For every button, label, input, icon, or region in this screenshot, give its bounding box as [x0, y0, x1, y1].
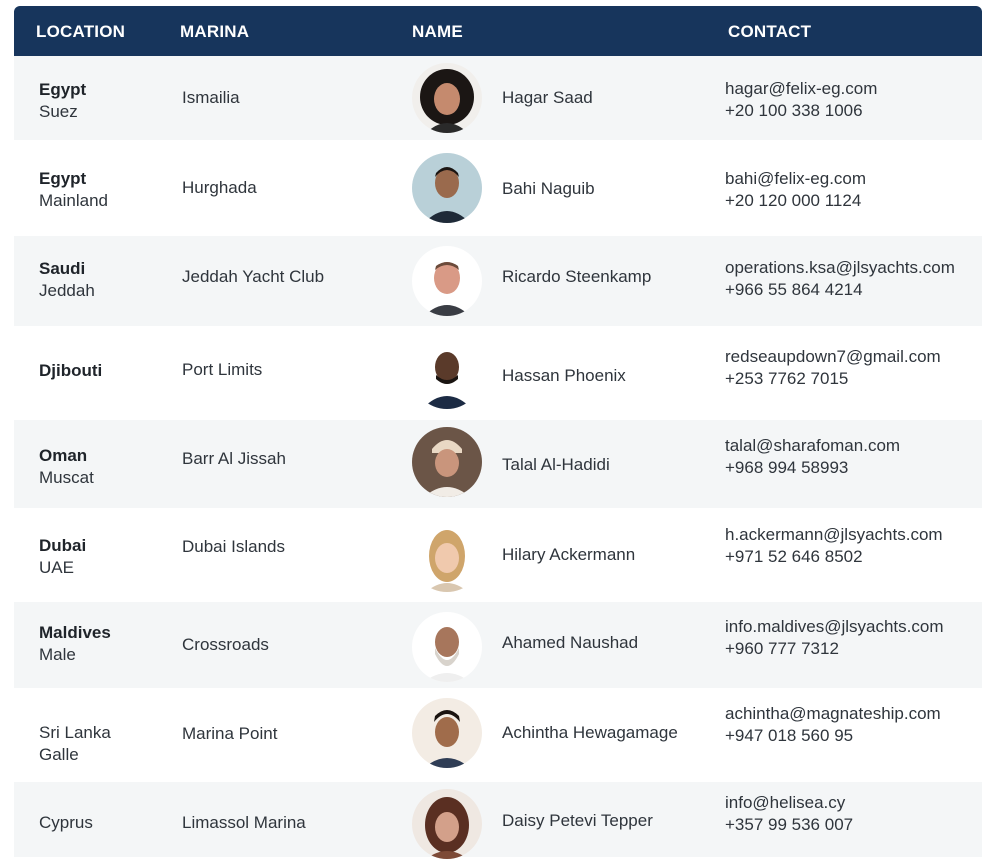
location-cell: Egypt Suez [39, 79, 86, 123]
email-link[interactable]: operations.ksa@jlsyachts.com [725, 257, 955, 279]
phone-number[interactable]: +947 018 560 95 [725, 725, 941, 747]
person-name: Ricardo Steenkamp [502, 267, 652, 286]
person-name: Hagar Saad [502, 88, 593, 107]
contact-cell: bahi@felix-eg.com +20 120 000 1124 [725, 168, 866, 212]
marina-cell: Ismailia [182, 88, 240, 107]
table-row: Saudi Jeddah Jeddah Yacht Club Ricardo S… [14, 236, 982, 326]
table-header: LOCATION MARINA NAME CONTACT [14, 6, 982, 56]
person-name: Ahamed Naushad [502, 633, 639, 652]
marina-cell: Marina Point [182, 724, 278, 743]
avatar [412, 246, 482, 316]
table-row: Djibouti Port Limits Hassan Phoenix reds… [14, 326, 982, 420]
avatar [412, 789, 482, 859]
person-name: Achintha Hewagamage [502, 723, 678, 742]
city: Mainland [39, 191, 108, 210]
city: Galle [39, 745, 79, 764]
phone-number[interactable]: +966 55 864 4214 [725, 279, 955, 301]
avatar [412, 522, 482, 592]
location-cell: Saudi Jeddah [39, 258, 95, 302]
location-cell: Cyprus [39, 812, 93, 834]
city: Suez [39, 102, 78, 121]
location-cell: Egypt Mainland [39, 168, 108, 212]
avatar [412, 153, 482, 223]
avatar [412, 612, 482, 682]
country: Djibouti [39, 361, 103, 380]
email-link[interactable]: talal@sharafoman.com [725, 435, 900, 457]
contact-cell: operations.ksa@jlsyachts.com +966 55 864… [725, 257, 955, 301]
country: Oman [39, 446, 88, 465]
contact-cell: achintha@magnateship.com +947 018 560 95 [725, 703, 941, 747]
table-row: Maldives Male Crossroads Ahamed Naushad … [14, 602, 982, 688]
table-row: Oman Muscat Barr Al Jissah Talal Al-Hadi… [14, 420, 982, 508]
email-link[interactable]: bahi@felix-eg.com [725, 168, 866, 190]
city: Jeddah [39, 281, 95, 300]
table-row: Cyprus Limassol Marina Daisy Petevi Tepp… [14, 782, 982, 859]
email-link[interactable]: info@helisea.cy [725, 792, 853, 814]
avatar [412, 427, 482, 497]
city: Male [39, 645, 76, 664]
phone-number[interactable]: +971 52 646 8502 [725, 546, 943, 568]
country: Saudi [39, 259, 86, 278]
country: Sri Lanka [39, 723, 111, 742]
marina-cell: Port Limits [182, 360, 263, 379]
country: Egypt [39, 80, 87, 99]
person-name: Bahi Naguib [502, 179, 595, 198]
city: Muscat [39, 468, 94, 487]
table-row: Egypt Suez Ismailia Hagar Saad hagar@fel… [14, 56, 982, 140]
location-cell: Djibouti [39, 360, 102, 382]
person-name: Daisy Petevi Tepper [502, 811, 653, 830]
phone-number[interactable]: +357 99 536 007 [725, 814, 853, 836]
country: Egypt [39, 169, 87, 188]
contact-cell: hagar@felix-eg.com +20 100 338 1006 [725, 78, 877, 122]
marina-cell: Jeddah Yacht Club [182, 267, 325, 286]
email-link[interactable]: info.maldives@jlsyachts.com [725, 616, 944, 638]
email-link[interactable]: hagar@felix-eg.com [725, 78, 877, 100]
city: UAE [39, 558, 74, 577]
email-link[interactable]: achintha@magnateship.com [725, 703, 941, 725]
email-link[interactable]: redseaupdown7@gmail.com [725, 346, 941, 368]
header-marina: MARINA [180, 22, 250, 41]
table-row: Egypt Mainland Hurghada Bahi Naguib bahi… [14, 140, 982, 236]
table-row: Sri Lanka Galle Marina Point Achintha He… [14, 688, 982, 782]
header-contact: CONTACT [728, 22, 812, 41]
phone-number[interactable]: +20 120 000 1124 [725, 190, 866, 212]
contact-cell: redseaupdown7@gmail.com +253 7762 7015 [725, 346, 941, 390]
person-name: Talal Al-Hadidi [502, 455, 610, 474]
marina-cell: Barr Al Jissah [182, 449, 286, 468]
phone-number[interactable]: +20 100 338 1006 [725, 100, 877, 122]
location-cell: Oman Muscat [39, 445, 94, 489]
contact-cell: h.ackermann@jlsyachts.com +971 52 646 85… [725, 524, 943, 568]
phone-number[interactable]: +968 994 58993 [725, 457, 900, 479]
person-name: Hassan Phoenix [502, 366, 626, 385]
person-name: Hilary Ackermann [502, 545, 636, 564]
marina-cell: Dubai Islands [182, 537, 286, 556]
marina-cell: Limassol Marina [182, 813, 306, 832]
phone-number[interactable]: +253 7762 7015 [725, 368, 941, 390]
table-row: Dubai UAE Dubai Islands Hilary Ackermann… [14, 508, 982, 602]
contact-cell: info.maldives@jlsyachts.com +960 777 731… [725, 616, 944, 660]
avatar [412, 339, 482, 409]
header-location: LOCATION [36, 22, 126, 41]
contacts-table: LOCATION MARINA NAME CONTACT Egypt Suez … [0, 0, 984, 859]
avatar [412, 63, 482, 133]
email-link[interactable]: h.ackermann@jlsyachts.com [725, 524, 943, 546]
marina-cell: Crossroads [182, 635, 269, 654]
location-cell: Sri Lanka Galle [39, 722, 111, 766]
contact-cell: talal@sharafoman.com +968 994 58993 [725, 435, 900, 479]
header-name: NAME [412, 22, 463, 41]
country: Cyprus [39, 813, 93, 832]
phone-number[interactable]: +960 777 7312 [725, 638, 944, 660]
marina-cell: Hurghada [182, 178, 257, 197]
location-cell: Dubai UAE [39, 535, 86, 579]
avatar [412, 698, 482, 768]
contact-cell: info@helisea.cy +357 99 536 007 [725, 792, 853, 836]
country: Dubai [39, 536, 87, 555]
country: Maldives [39, 623, 111, 642]
location-cell: Maldives Male [39, 622, 111, 666]
